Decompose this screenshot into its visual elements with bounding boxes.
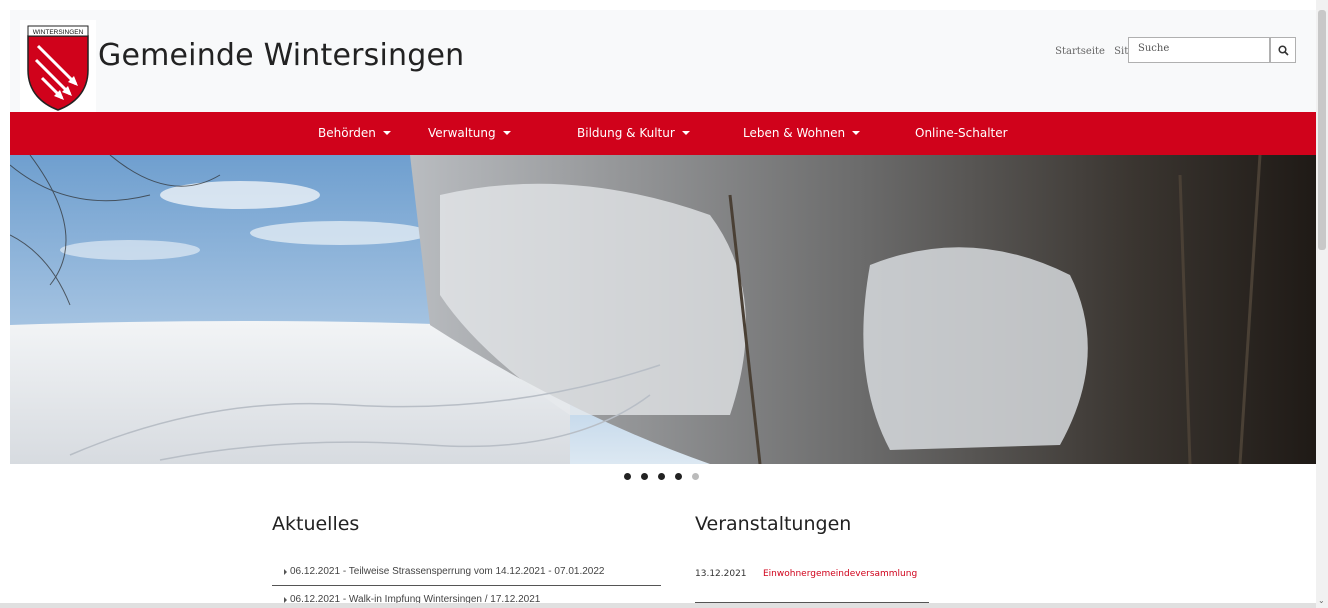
news-item-text: 06.12.2021 - Teilweise Strassensperrung … <box>290 566 605 577</box>
caret-down-icon <box>681 131 690 135</box>
nav-label: Leben & Wohnen <box>743 126 846 140</box>
nav-label: Online-Schalter <box>915 126 1008 140</box>
news-section-title: Aktuelles <box>272 513 360 535</box>
search-button[interactable] <box>1270 37 1296 63</box>
event-link[interactable]: Einwohnergemeindeversammlung <box>763 569 917 579</box>
nav-item-leben-wohnen[interactable]: Leben & Wohnen <box>743 126 861 140</box>
caret-down-icon <box>382 131 391 135</box>
scrollbar-thumb[interactable] <box>1318 10 1326 250</box>
chevron-down-icon[interactable]: ⌄ <box>1318 596 1325 605</box>
nav-label: Bildung & Kultur <box>577 126 675 140</box>
events-section-title: Veranstaltungen <box>695 513 852 535</box>
search-input[interactable]: Suche <box>1128 37 1270 63</box>
carousel-dot-active[interactable] <box>692 473 699 480</box>
nav-item-online-schalter[interactable]: Online-Schalter <box>915 126 1008 140</box>
main-navigation: Behörden Verwaltung Bildung & Kultur Leb… <box>10 112 1316 155</box>
site-title[interactable]: Gemeinde Wintersingen <box>98 38 464 73</box>
carousel-dot[interactable] <box>675 473 682 480</box>
carousel-dot[interactable] <box>658 473 665 480</box>
carousel-dot[interactable] <box>624 473 631 480</box>
nav-item-behoerden[interactable]: Behörden <box>318 126 391 140</box>
news-item[interactable]: 06.12.2021 - Teilweise Strassensperrung … <box>272 566 661 586</box>
nav-label: Behörden <box>318 126 376 140</box>
horizontal-scrollbar[interactable] <box>0 603 1316 608</box>
carousel-dot[interactable] <box>641 473 648 480</box>
hero-carousel-image[interactable] <box>10 155 1316 464</box>
logo-text: WINTERSINGEN <box>33 29 84 36</box>
caret-down-icon <box>852 131 861 135</box>
nav-item-verwaltung[interactable]: Verwaltung <box>428 126 511 140</box>
event-date: 13.12.2021 <box>695 569 747 579</box>
top-strip <box>0 0 1328 10</box>
site-header: WINTERSINGEN Gemeinde Wintersingen <box>10 10 1316 112</box>
search-icon <box>1277 44 1289 56</box>
startseite-link[interactable]: Startseite <box>1055 46 1105 57</box>
municipality-crest-logo[interactable]: WINTERSINGEN <box>18 20 98 112</box>
caret-down-icon <box>502 131 511 135</box>
nav-label: Verwaltung <box>428 126 496 140</box>
bullet-triangle-icon <box>284 569 287 575</box>
nav-item-bildung-kultur[interactable]: Bildung & Kultur <box>577 126 690 140</box>
